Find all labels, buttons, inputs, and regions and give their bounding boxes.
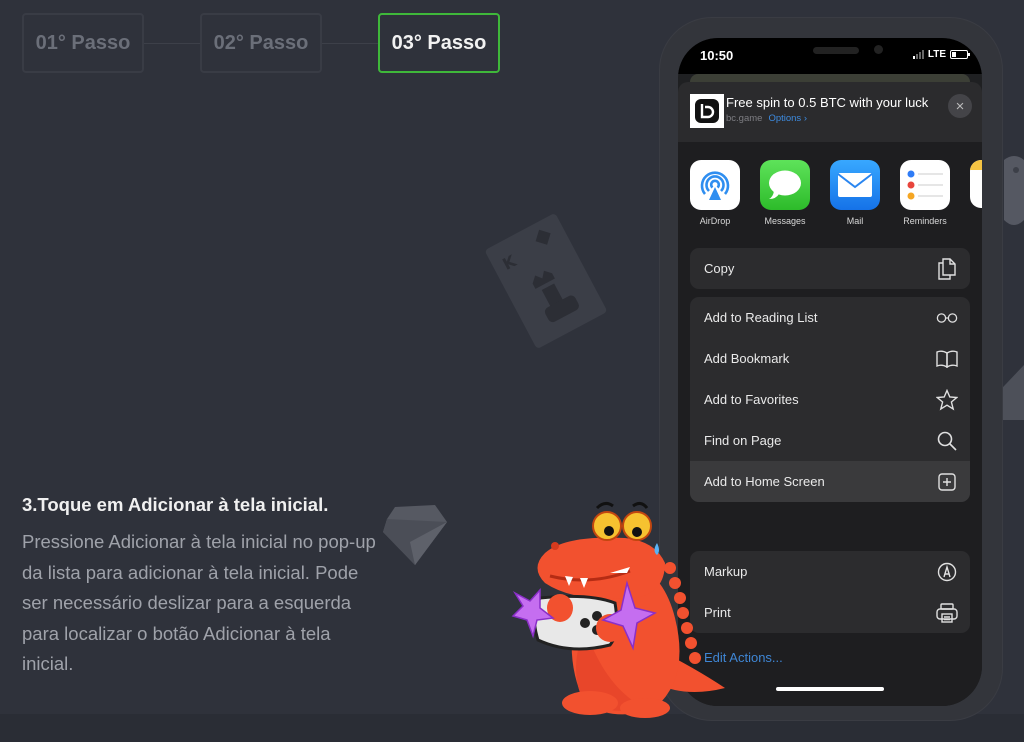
instruction-block: 3.Toque em Adicionar à tela inicial. Pre…	[22, 494, 382, 680]
action-group-main: Add to Reading List Add Bookmark Add to …	[690, 297, 970, 502]
action-label: Add to Reading List	[704, 310, 818, 325]
home-indicator	[776, 687, 884, 691]
site-logo	[690, 94, 724, 128]
action-label: Find on Page	[704, 433, 782, 448]
status-time: 10:50	[700, 48, 734, 63]
action-label: Copy	[704, 261, 735, 276]
glasses-icon	[936, 307, 958, 329]
action-copy[interactable]: Copy	[690, 248, 970, 289]
share-apps-row: AirDrop Messages Mail Reminders	[690, 160, 950, 226]
printer-icon	[936, 602, 958, 624]
app-label: Messages	[764, 216, 806, 226]
action-find-on-page[interactable]: Find on Page	[690, 420, 970, 461]
speaker	[813, 47, 859, 54]
copy-icon	[936, 257, 958, 280]
step-connector	[322, 42, 378, 44]
share-app-airdrop[interactable]: AirDrop	[690, 160, 740, 226]
notes-app-partial-icon[interactable]	[970, 160, 982, 208]
markup-icon	[936, 561, 958, 583]
app-label: Reminders	[903, 216, 947, 226]
action-label: Add to Home Screen	[704, 474, 825, 489]
signal-icon	[912, 50, 924, 59]
action-add-bookmark[interactable]: Add Bookmark	[690, 338, 970, 379]
stepper: 01° Passo 02° Passo 03° Passo	[22, 13, 500, 73]
site-subtitle: bc.game Options ›	[726, 113, 807, 124]
app-label: AirDrop	[699, 216, 731, 226]
share-app-reminders[interactable]: Reminders	[900, 160, 950, 226]
messages-icon	[760, 160, 810, 210]
action-add-to-reading-list[interactable]: Add to Reading List	[690, 297, 970, 338]
step-connector	[144, 42, 200, 44]
mail-icon	[830, 160, 880, 210]
playing-card-decoration: K	[485, 214, 607, 348]
action-label: Add Bookmark	[704, 351, 790, 366]
site-domain: bc.game	[726, 113, 763, 124]
app-label: Mail	[846, 216, 864, 226]
step-1[interactable]: 01° Passo	[22, 13, 144, 73]
star-icon	[936, 388, 958, 411]
bc-logo-icon	[695, 99, 719, 123]
phone-notch	[750, 38, 912, 66]
diamond-decoration	[383, 505, 447, 565]
status-indicators: LTE	[912, 49, 970, 60]
action-group-copy: Copy	[690, 248, 970, 289]
step-3-active[interactable]: 03° Passo	[378, 13, 500, 73]
close-icon: ×	[955, 97, 965, 115]
share-app-messages[interactable]: Messages	[760, 160, 810, 226]
close-button[interactable]: ×	[948, 94, 972, 118]
action-label: Add to Favorites	[704, 392, 799, 407]
chevron-right-icon: ›	[803, 113, 807, 124]
step-2[interactable]: 02° Passo	[200, 13, 322, 73]
site-title: Free spin to 0.5 BTC with your luck	[726, 95, 929, 110]
action-add-to-home-screen[interactable]: Add to Home Screen	[690, 461, 970, 502]
network-label: LTE	[927, 49, 946, 60]
instruction-title: 3.Toque em Adicionar à tela inicial.	[22, 494, 329, 515]
battery-icon	[950, 50, 970, 59]
options-link[interactable]: Options ›	[768, 113, 807, 124]
camera	[874, 45, 883, 54]
options-label: Options	[768, 113, 802, 124]
share-app-mail[interactable]: Mail	[830, 160, 880, 226]
search-icon	[936, 430, 958, 452]
dinosaur-mascot	[511, 501, 725, 718]
book-icon	[936, 348, 958, 370]
share-sheet-header: Free spin to 0.5 BTC with your luck bc.g…	[678, 82, 982, 142]
plus-square-icon	[936, 471, 958, 493]
instruction-body: Pressione Adicionar à tela inicial no po…	[22, 531, 376, 674]
action-add-to-favorites[interactable]: Add to Favorites	[690, 379, 970, 420]
airdrop-icon	[690, 160, 740, 210]
reminders-icon	[900, 160, 950, 210]
